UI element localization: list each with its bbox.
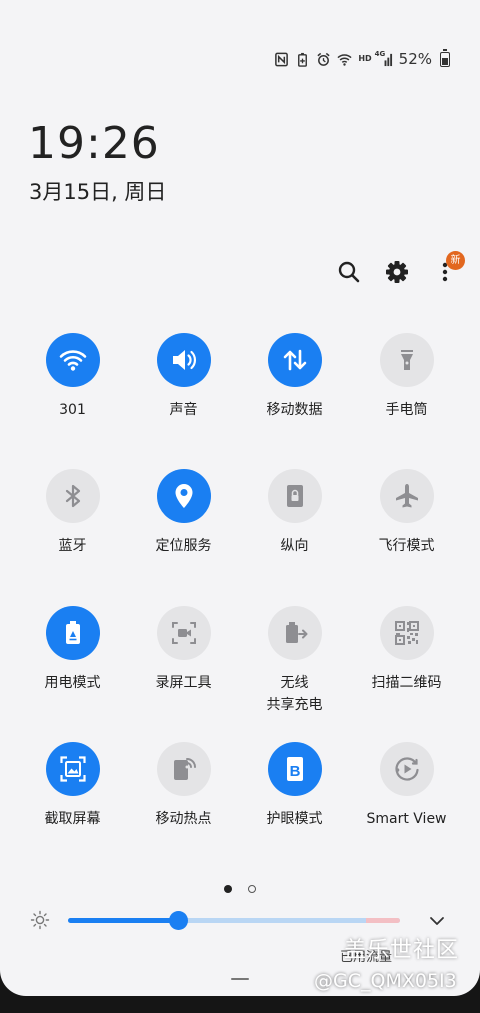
quick-settings-panel: HD 4G 52% 19:26 3月15日, 周日 新 301 声音 移动数据 手电筒… bbox=[0, 0, 480, 996]
battery-recycle-icon bbox=[58, 618, 88, 648]
tile-power-mode[interactable]: 用电模式 bbox=[17, 606, 128, 694]
tile-flashlight-button[interactable] bbox=[379, 333, 434, 387]
tile-location[interactable]: 定位服务 bbox=[128, 469, 239, 557]
page-dot-2[interactable] bbox=[247, 884, 256, 893]
tile-orientation[interactable]: 纵向 bbox=[239, 469, 350, 557]
tile-screenshot-button[interactable] bbox=[45, 742, 100, 796]
tile-wifi-button[interactable] bbox=[45, 333, 100, 387]
tile-smart-view-label: Smart View bbox=[366, 811, 447, 827]
brightness-thumb[interactable] bbox=[168, 911, 188, 930]
tile-wireless-share-label: 无线 bbox=[280, 675, 309, 691]
tile-eye-comfort-label: 护眼模式 bbox=[266, 811, 323, 827]
battery-saver-icon bbox=[295, 52, 310, 67]
tile-smart-view-button[interactable] bbox=[379, 742, 434, 796]
hotspot-icon bbox=[169, 754, 199, 784]
page-dot-1[interactable] bbox=[224, 884, 233, 893]
qr-code-icon bbox=[392, 618, 422, 648]
tile-wifi[interactable]: 301 bbox=[17, 333, 128, 421]
data-arrows-icon bbox=[280, 345, 310, 375]
screenshot-icon bbox=[58, 754, 88, 784]
flashlight-icon bbox=[392, 345, 422, 375]
brightness-fill bbox=[68, 918, 178, 923]
battery-fill bbox=[442, 57, 448, 65]
tile-wifi-label: 301 bbox=[59, 402, 86, 418]
tile-bluetooth[interactable]: 蓝牙 bbox=[17, 469, 128, 557]
tile-bluetooth-button[interactable] bbox=[45, 469, 100, 523]
tile-screen-recorder[interactable]: 录屏工具 bbox=[128, 606, 239, 694]
chevron-down-icon[interactable] bbox=[426, 910, 448, 932]
speaker-icon bbox=[169, 345, 199, 375]
tile-bluetooth-label: 蓝牙 bbox=[58, 538, 87, 554]
tile-location-label: 定位服务 bbox=[155, 538, 212, 554]
eye-comfort-icon: B bbox=[280, 754, 310, 784]
tile-screenshot[interactable]: 截取屏幕 bbox=[17, 742, 128, 830]
tile-airplane-label: 飞行模式 bbox=[378, 538, 435, 554]
location-pin-icon bbox=[169, 481, 199, 511]
4g-label: 4G bbox=[374, 49, 386, 58]
settings-gear-icon[interactable] bbox=[383, 258, 411, 286]
page-indicator bbox=[0, 878, 480, 893]
battery-icon bbox=[440, 48, 450, 67]
nfc-icon bbox=[274, 52, 289, 67]
tile-mobile-data-button[interactable] bbox=[267, 333, 322, 387]
tile-screen-recorder-label: 录屏工具 bbox=[155, 675, 212, 691]
tile-airplane[interactable]: 飞行模式 bbox=[351, 469, 462, 557]
tile-wireless-share[interactable]: 无线 共享充电 bbox=[239, 606, 350, 716]
airplane-icon bbox=[392, 481, 422, 511]
tile-qr-scan-button[interactable] bbox=[379, 606, 434, 660]
screen-record-icon bbox=[169, 618, 199, 648]
clock-date: 3月15日, 周日 bbox=[29, 180, 167, 204]
tile-hotspot-button[interactable] bbox=[156, 742, 211, 796]
tile-mobile-data[interactable]: 移动数据 bbox=[239, 333, 350, 421]
bluetooth-icon bbox=[58, 481, 88, 511]
smart-view-icon bbox=[392, 754, 422, 784]
tile-qr-scan-label: 扫描二维码 bbox=[371, 675, 442, 691]
signal-icon: 4G bbox=[374, 49, 393, 67]
tile-sound-label: 声音 bbox=[169, 402, 198, 418]
tile-hotspot-label: 移动热点 bbox=[155, 811, 212, 827]
tile-smart-view[interactable]: Smart View bbox=[351, 742, 462, 830]
new-badge: 新 bbox=[446, 251, 465, 270]
tile-flashlight[interactable]: 手电筒 bbox=[351, 333, 462, 421]
svg-text:B: B bbox=[289, 763, 300, 780]
tile-sound-button[interactable] bbox=[156, 333, 211, 387]
tile-orientation-button[interactable] bbox=[267, 469, 322, 523]
search-icon[interactable] bbox=[335, 258, 363, 286]
tile-mobile-data-label: 移动数据 bbox=[266, 402, 323, 418]
tile-screenshot-label: 截取屏幕 bbox=[44, 811, 101, 827]
hd-icon: HD bbox=[358, 54, 372, 63]
tile-location-button[interactable] bbox=[156, 469, 211, 523]
top-actions bbox=[0, 256, 480, 288]
tile-hotspot[interactable]: 移动热点 bbox=[128, 742, 239, 830]
brightness-warning-range bbox=[366, 918, 400, 923]
watermark-community: 盖乐世社区 bbox=[344, 938, 460, 963]
drag-handle[interactable] bbox=[231, 978, 249, 980]
tile-wireless-share-label-line2: 共享充电 bbox=[266, 697, 323, 713]
watermark-user: @GC_QMX05I3 bbox=[314, 970, 457, 992]
tile-airplane-button[interactable] bbox=[379, 469, 434, 523]
tile-eye-comfort-button[interactable]: B bbox=[267, 742, 322, 796]
alarm-icon bbox=[316, 52, 331, 67]
portrait-lock-icon bbox=[280, 481, 310, 511]
tile-power-mode-button[interactable] bbox=[45, 606, 100, 660]
tile-qr-scan[interactable]: 扫描二维码 bbox=[351, 606, 462, 694]
wireless-powershare-icon bbox=[280, 618, 310, 648]
wifi-icon bbox=[58, 345, 88, 375]
tile-power-mode-label: 用电模式 bbox=[44, 675, 101, 691]
tile-eye-comfort[interactable]: B 护眼模式 bbox=[239, 742, 350, 830]
brightness-slider[interactable] bbox=[68, 911, 400, 930]
tile-wireless-share-button[interactable] bbox=[267, 606, 322, 660]
tile-flashlight-label: 手电筒 bbox=[385, 402, 428, 418]
tile-screen-recorder-button[interactable] bbox=[156, 606, 211, 660]
wifi-icon bbox=[337, 52, 352, 67]
status-bar: HD 4G 52% bbox=[274, 48, 450, 68]
brightness-sun-icon bbox=[30, 910, 50, 930]
battery-percent: 52% bbox=[398, 50, 432, 68]
clock-time: 19:26 bbox=[28, 118, 160, 169]
tile-sound[interactable]: 声音 bbox=[128, 333, 239, 421]
tile-orientation-label: 纵向 bbox=[280, 538, 309, 554]
